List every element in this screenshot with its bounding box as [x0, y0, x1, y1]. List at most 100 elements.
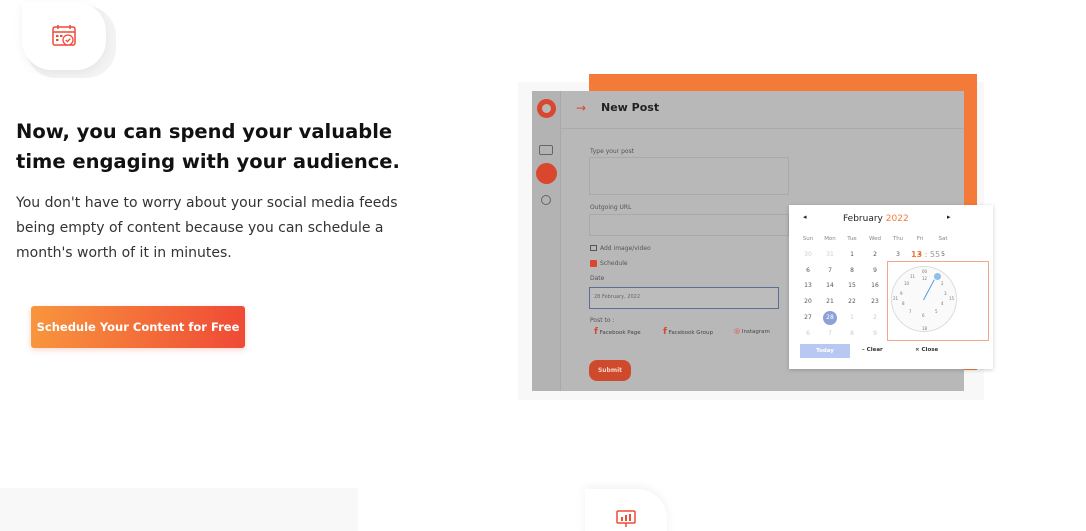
globe-icon: [541, 195, 551, 205]
date-label: Date: [590, 275, 605, 282]
arrow-right-icon: →: [576, 101, 587, 115]
facebook-icon: f: [663, 327, 667, 337]
close-button: × Close: [915, 347, 939, 353]
post-target-facebook-page: f Facebook Page: [594, 327, 641, 337]
date-picker-popup: ◂ February 2022 ▸ Sun Mon Tue Wed Thu Fr…: [789, 205, 993, 369]
calendar-day: 14: [826, 282, 834, 289]
app-logo: [537, 99, 556, 118]
calendar-day: 27: [804, 314, 812, 321]
weekday: Wed: [869, 236, 881, 242]
calendar-day: 9: [873, 330, 877, 337]
clock-number: 15: [949, 296, 955, 301]
post-target-instagram: ◎ Instagram: [734, 327, 770, 335]
clock-number: 10: [904, 281, 910, 286]
app-mockup: → New Post Type your post Outgoing URL A…: [518, 74, 993, 402]
media-field-label: Add image/video: [600, 245, 651, 252]
clock-number: 5: [935, 309, 938, 314]
page-headline: Now, you can spend your valuable time en…: [16, 120, 400, 173]
post-field-label: Type your post: [590, 148, 635, 155]
calendar-day: 7: [828, 267, 832, 274]
prev-month-icon: ◂: [803, 213, 807, 221]
calendar-check-icon: [52, 25, 76, 46]
next-feature-icon-card: [585, 489, 667, 531]
clock-number: 7: [909, 309, 912, 314]
clock-hand-knob: [934, 273, 941, 280]
media-icon: [539, 145, 553, 155]
calendar-day: 6: [806, 330, 810, 337]
clock-number: 6: [922, 313, 925, 318]
clock-number: 9: [900, 291, 903, 296]
date-value: 28 February, 2022: [594, 294, 641, 300]
post-target-facebook-group: f Facebook Group: [663, 327, 713, 337]
calendar-day: 9: [873, 267, 877, 274]
calendar-month-year: February 2022: [843, 214, 909, 224]
post-textarea: [589, 157, 789, 195]
clock-number: 11: [910, 274, 916, 279]
calendar-month: February: [843, 214, 883, 224]
mockup-submit-button: Submit: [589, 360, 631, 381]
calendar-year: 2022: [885, 214, 909, 224]
weekday: Sun: [802, 236, 814, 242]
calendar-day: 30: [804, 251, 812, 258]
url-input: [589, 214, 789, 236]
time-display: 13 : 55: [911, 250, 940, 259]
calendar-day-selected: 28: [826, 314, 834, 321]
calendar-day: 8: [850, 267, 854, 274]
next-month-icon: ▸: [947, 213, 951, 221]
url-field-label: Outgoing URL: [590, 204, 632, 211]
weekday: Sat: [938, 236, 948, 242]
calendar-day: 1: [850, 251, 854, 258]
mockup-topbar: [532, 91, 964, 129]
clock-number: 00: [922, 269, 928, 274]
mockup-sidebar: [532, 91, 561, 391]
time-minutes: 55: [929, 250, 941, 259]
clock-number: 21: [893, 296, 899, 301]
weekday: Mon: [824, 236, 836, 242]
hero-description: You don't have to worry about your socia…: [16, 195, 398, 261]
presentation-chart-icon: [616, 510, 636, 527]
schedule-label: Schedule: [600, 260, 628, 267]
time-hours: 13: [911, 250, 923, 259]
clock-number: 12: [922, 276, 928, 281]
today-button: Today: [800, 344, 850, 358]
calendar-day: 2: [873, 314, 877, 321]
image-icon: [590, 245, 597, 251]
clock-number: 4: [941, 301, 944, 306]
calendar-day: 21: [826, 298, 834, 305]
calendar-day: 20: [804, 298, 812, 305]
calendar-day: 13: [804, 282, 812, 289]
calendar-day: 6: [806, 267, 810, 274]
next-section-panel: [0, 488, 358, 531]
calendar-day: 7: [828, 330, 832, 337]
weekday: Fri: [916, 236, 924, 242]
calendar-day: 1: [850, 314, 854, 321]
calendar-day: 15: [848, 282, 856, 289]
calendar-day: 8: [850, 330, 854, 337]
calendar-day: 31: [826, 251, 834, 258]
calendar-day: 2: [873, 251, 877, 258]
clock-number: 2: [941, 281, 944, 286]
calendar-day: 16: [871, 282, 879, 289]
post-target-label: Facebook Group: [668, 330, 714, 336]
clock-number: 8: [902, 301, 905, 306]
monitor-icon: [536, 163, 557, 184]
calendar-day: 22: [848, 298, 856, 305]
weekday: Tue: [847, 236, 857, 242]
post-target-label: Facebook Page: [599, 330, 641, 336]
schedule-checkbox: [590, 260, 597, 267]
post-target-label: Instagram: [741, 329, 770, 335]
facebook-icon: f: [594, 327, 598, 337]
clock-number: 18: [922, 326, 928, 331]
calendar-day: 23: [871, 298, 879, 305]
mockup-app-window: → New Post Type your post Outgoing URL A…: [532, 91, 993, 391]
instagram-icon: ◎: [734, 327, 741, 335]
mockup-title: New Post: [601, 101, 660, 114]
post-to-label: Post to :: [590, 317, 615, 324]
clock-number: 3: [944, 291, 947, 296]
time-separator: :: [922, 250, 930, 259]
feature-icon-card: [22, 2, 106, 70]
schedule-content-button[interactable]: Schedule Your Content for Free: [31, 306, 245, 348]
weekday: Thu: [892, 236, 904, 242]
clear-button: – Clear: [862, 347, 883, 353]
calendar-day: 3: [896, 251, 900, 258]
